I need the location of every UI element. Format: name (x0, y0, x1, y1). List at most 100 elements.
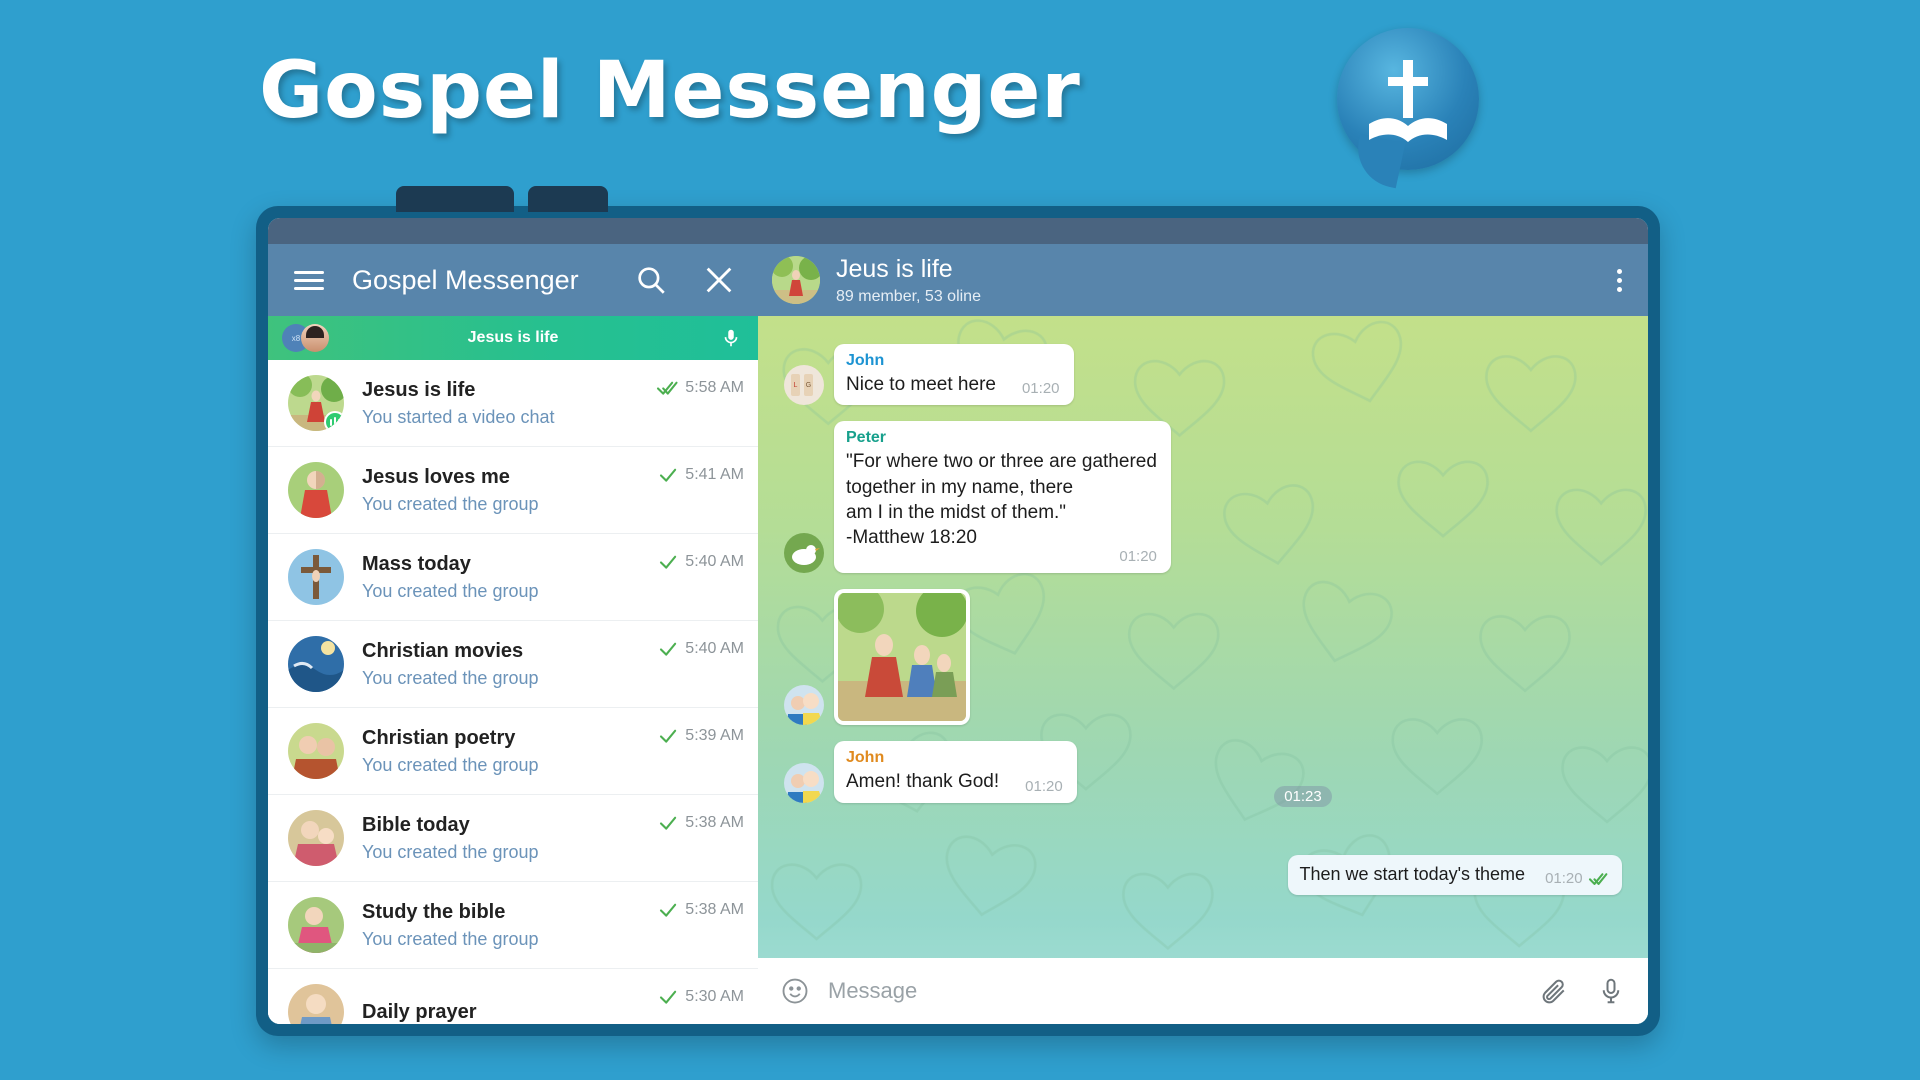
chat-item-status: 5:41 AM (659, 465, 744, 484)
hamburger-menu-icon[interactable] (294, 266, 324, 295)
message-list: LG John Nice to meet here 01:20 Peter "F… (758, 316, 1648, 958)
chat-list[interactable]: Jesus is life You started a video chat 5… (268, 360, 758, 1024)
message-bubble[interactable]: John Amen! thank God! 01:20 (834, 741, 1077, 803)
chat-item-avatar-art (288, 636, 344, 692)
read-receipt-checkmark (660, 990, 677, 1004)
chat-list-item[interactable]: Bible today You created the group 5:38 A… (268, 795, 758, 882)
message-line: Amen! thank God! 01:20 (846, 769, 1063, 794)
chat-item-subtitle: You created the group (362, 667, 539, 688)
chat-list-item[interactable]: Christian movies You created the group 5… (268, 621, 758, 708)
message-avatar-art (784, 762, 824, 803)
main-body: x8 Jesus is life Jesus is life You start… (268, 316, 1648, 1024)
chat-item-texts: Bible today You created the group (362, 814, 659, 863)
chat-item-avatar-art (288, 462, 344, 518)
message-avatar-art (784, 533, 824, 574)
chat-item-status: 5:58 AM (656, 378, 744, 397)
microphone-icon[interactable] (1596, 976, 1626, 1006)
read-receipt-checkmark (660, 816, 677, 830)
chat-item-texts: Christian movies You created the group (362, 640, 659, 689)
shared-photo[interactable] (838, 593, 966, 722)
read-receipt-checkmark (660, 642, 677, 656)
device-notch-left (396, 186, 514, 212)
message-input[interactable]: Message (828, 978, 1522, 1004)
message-time: 01:20 (1021, 380, 1060, 398)
chat-item-texts: Jesus loves me You created the group (362, 466, 659, 515)
outgoing-line: Then we start today's theme 01:20 (1300, 863, 1608, 887)
chat-item-time: 5:41 AM (685, 465, 744, 483)
chat-item-status: 5:30 AM (659, 987, 744, 1006)
tablet-device-frame: Gospel Messenger Jeus is life 89 member,… (256, 186, 1660, 1036)
read-receipt-checkmark (660, 468, 677, 482)
paperclip-icon[interactable] (1540, 976, 1570, 1006)
chat-item-avatar (288, 636, 344, 692)
app-title: Gospel Messenger (352, 264, 579, 295)
chat-item-status: 5:38 AM (659, 900, 744, 919)
chat-item-avatar-art (288, 984, 344, 1024)
chat-item-subtitle: You created the group (362, 493, 539, 514)
chat-item-texts: Study the bible You created the group (362, 901, 659, 950)
chat-item-title: Jesus is life (362, 378, 476, 401)
message-bubble[interactable]: John Nice to meet here 01:20 (834, 344, 1074, 406)
chat-item-status: 5:40 AM (659, 639, 744, 658)
chat-item-subtitle: You created the group (362, 754, 539, 775)
chat-item-avatar-art (288, 723, 344, 779)
chat-header[interactable]: Jeus is life 89 member, 53 oline (758, 244, 1648, 316)
message-row: Peter "For where two or three are gather… (784, 421, 1622, 574)
chat-item-avatar (288, 462, 344, 518)
chat-item-title: Jesus loves me (362, 465, 510, 488)
more-vertical-icon[interactable] (1617, 265, 1622, 296)
chat-item-subtitle: You created the group (362, 841, 539, 862)
chat-list-item[interactable]: Study the bible You created the group 5:… (268, 882, 758, 969)
message-avatar: LG (784, 365, 824, 406)
conversation-pane: LG John Nice to meet here 01:20 Peter "F… (758, 316, 1648, 1024)
app-bar: Gospel Messenger Jeus is life 89 member,… (268, 244, 1648, 316)
chat-item-subtitle: You created the group (362, 928, 539, 949)
svg-text:L: L (794, 382, 798, 389)
chat-item-texts: Daily prayer (362, 1001, 659, 1024)
message-row: LG John Nice to meet here 01:20 (784, 344, 1622, 406)
message-row: John Amen! thank God! 01:20 (784, 741, 1622, 803)
chat-item-avatar (288, 549, 344, 605)
chat-item-avatar (288, 897, 344, 953)
chat-item-title: Bible today (362, 813, 470, 836)
chat-list-item[interactable]: Daily prayer 5:30 AM (268, 969, 758, 1024)
chat-item-avatar (288, 723, 344, 779)
read-receipt-checkmark (660, 729, 677, 743)
device-notch-right (528, 186, 608, 212)
outgoing-status: 01:20 (1545, 870, 1608, 887)
close-icon[interactable] (702, 263, 736, 297)
message-row (784, 589, 1622, 726)
device-screen: Gospel Messenger Jeus is life 89 member,… (268, 218, 1648, 1024)
message-bubble-photo[interactable] (834, 589, 970, 726)
emoji-smiley-icon[interactable] (780, 976, 810, 1006)
message-sender: Peter (846, 429, 887, 447)
message-bubble-outgoing[interactable]: Then we start today's theme 01:20 (1287, 854, 1622, 895)
active-call-banner[interactable]: x8 Jesus is life (268, 316, 758, 360)
chat-avatar (772, 256, 820, 304)
chat-item-avatar-art (288, 549, 344, 605)
message-avatar (784, 762, 824, 803)
microphone-icon[interactable] (720, 327, 742, 349)
read-receipt-checkmark (660, 555, 677, 569)
message-avatar-art: LG (784, 365, 824, 406)
chat-item-time: 5:38 AM (685, 813, 744, 831)
message-avatar-art (784, 685, 824, 726)
cross-bible-glyph (1369, 60, 1447, 142)
message-time: 01:20 (1025, 777, 1063, 795)
chat-list-item[interactable]: Jesus is life You started a video chat 5… (268, 360, 758, 447)
message-composer: Message (758, 958, 1648, 1024)
chat-list-item[interactable]: Mass today You created the group 5:40 AM (268, 534, 758, 621)
chat-item-avatar (288, 810, 344, 866)
chat-item-time: 5:38 AM (685, 900, 744, 918)
chat-list-item[interactable]: Jesus loves me You created the group 5:4… (268, 447, 758, 534)
chat-item-subtitle: You created the group (362, 580, 539, 601)
chat-item-status: 5:38 AM (659, 813, 744, 832)
search-icon[interactable] (634, 263, 668, 297)
chat-list-item[interactable]: Christian poetry You created the group 5… (268, 708, 758, 795)
message-bubble[interactable]: Peter "For where two or three are gather… (834, 421, 1171, 574)
promo-title: Gospel Messenger (259, 46, 1081, 136)
screenshot-root: Gospel Messenger Gospel Messenger Jeus i… (0, 0, 1920, 1080)
chat-list-pane: x8 Jesus is life Jesus is life You start… (268, 316, 758, 1024)
chat-item-avatar-art (288, 810, 344, 866)
message-time: 01:20 (1119, 548, 1157, 566)
